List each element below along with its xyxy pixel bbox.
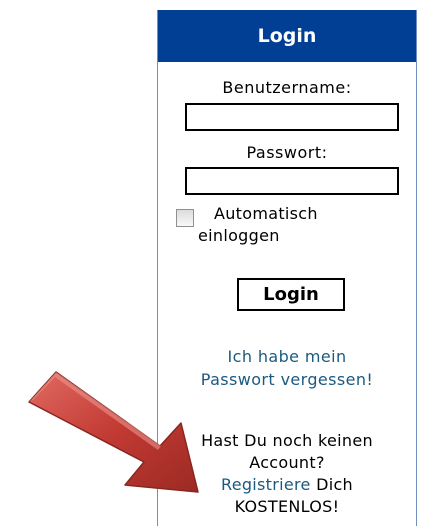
login-panel-title: Login <box>158 10 416 62</box>
auto-login-checkbox[interactable] <box>176 209 194 227</box>
username-label: Benutzername: <box>222 78 352 97</box>
auto-login-label-line2: einloggen <box>198 226 280 245</box>
login-button[interactable]: Login <box>237 278 345 311</box>
auto-login-label-line1: Automatisch <box>214 204 318 223</box>
register-link[interactable]: Registriere <box>221 475 311 494</box>
register-line3-rest: Dich <box>310 475 353 494</box>
register-prompt: Hast Du noch keinen Account? Registriere… <box>158 430 416 518</box>
forgot-password-line2[interactable]: Passwort vergessen! <box>158 368 416 391</box>
username-field[interactable] <box>185 103 399 131</box>
auto-login-label: Automatisch einloggen <box>198 203 328 247</box>
password-label: Passwort: <box>246 143 328 162</box>
register-line2: Account? <box>249 453 325 472</box>
forgot-password-line1[interactable]: Ich habe mein <box>158 345 416 368</box>
forgot-password-link[interactable]: Ich habe mein Passwort vergessen! <box>158 345 416 391</box>
register-line4: KOSTENLOS! <box>234 497 340 516</box>
register-line1: Hast Du noch keinen <box>201 431 373 450</box>
login-panel: Login Benutzername: Passwort: Automatisc… <box>157 10 417 526</box>
register-line3: Registriere Dich <box>158 474 416 496</box>
password-field[interactable] <box>185 167 399 195</box>
